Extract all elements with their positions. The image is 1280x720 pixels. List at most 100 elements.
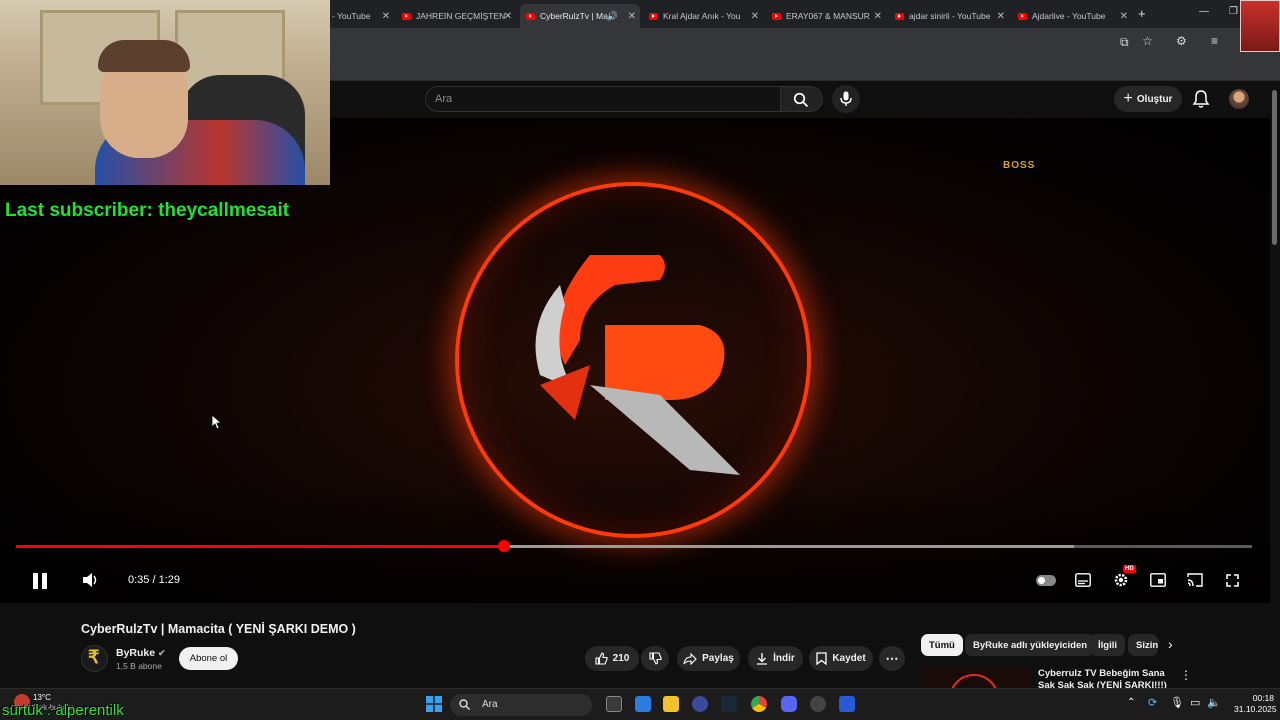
microphone-icon[interactable]: 🎙 <box>1170 696 1184 709</box>
chip-from-uploader[interactable]: ByRuke adlı yükleyiciden <box>965 634 1096 656</box>
settings-button[interactable]: HD <box>1113 565 1136 588</box>
channel-avatar[interactable]: ₹ <box>81 645 108 672</box>
network-icon[interactable]: ▭ <box>1190 696 1200 709</box>
overlay-thumbnail <box>1240 0 1280 52</box>
plus-icon: + <box>1123 90 1133 107</box>
share-icon <box>683 652 697 665</box>
tab-label: Ajdarlive - YouTube <box>1032 11 1106 21</box>
fullscreen-icon[interactable] <box>1226 574 1239 587</box>
download-label: İndir <box>773 653 795 664</box>
tab-label: ajdar sinirli - YouTube <box>909 11 991 21</box>
close-icon[interactable]: ✕ <box>504 11 512 22</box>
cast-icon[interactable] <box>1187 573 1203 587</box>
task-view-icon[interactable] <box>606 696 622 712</box>
tab-label: ERAY067 & MANSUR <box>786 11 870 21</box>
youtube-favicon-icon <box>526 12 535 20</box>
youtube-favicon-icon <box>772 12 781 20</box>
search-input[interactable]: Ara <box>425 86 781 112</box>
youtube-favicon-icon <box>895 12 904 20</box>
channel-name[interactable]: ByRuke ✔ <box>116 647 166 659</box>
like-count: 210 <box>612 653 630 664</box>
webcam-overlay <box>0 0 330 185</box>
taskbar-clock[interactable]: 00:18 31.10.2025 <box>1234 693 1277 715</box>
youtube-favicon-icon <box>1018 12 1027 20</box>
chip-related[interactable]: İlgili <box>1090 634 1125 656</box>
more-vert-icon[interactable]: ⋮ <box>1180 668 1192 682</box>
browser-tab[interactable]: - YouTube ✕ <box>326 4 394 28</box>
restore-icon[interactable]: ❐ <box>1229 6 1238 17</box>
browser-tab-active[interactable]: CyberRulzTv | Ma 🔊 ✕ <box>520 4 640 28</box>
boss-badge: BOSS <box>1003 160 1036 171</box>
autoplay-toggle[interactable] <box>1036 575 1056 586</box>
share-label: Paylaş <box>702 653 734 664</box>
chrome-icon[interactable] <box>751 696 767 712</box>
search-icon <box>793 92 809 108</box>
account-avatar[interactable] <box>1229 89 1249 109</box>
discord-icon[interactable] <box>781 696 797 712</box>
subscribe-button[interactable]: Abone ol <box>179 647 238 670</box>
close-icon[interactable]: ✕ <box>382 11 390 22</box>
miniplayer-icon[interactable] <box>1150 573 1166 587</box>
windows-logo-icon <box>426 696 442 712</box>
new-tab-button[interactable]: + <box>1138 6 1146 21</box>
voice-search-button[interactable] <box>832 85 860 113</box>
close-icon[interactable]: ✕ <box>628 11 636 22</box>
thumbs-down-icon <box>648 652 662 665</box>
sync-icon[interactable]: ⟳ <box>1148 696 1157 709</box>
speaker-icon[interactable]: 🔊 <box>607 11 618 22</box>
create-button[interactable]: + Oluştur <box>1114 86 1182 112</box>
taskbar-search[interactable]: Ara <box>450 694 592 716</box>
thumbs-up-icon <box>595 652 608 665</box>
save-button[interactable]: Kaydet <box>809 646 873 671</box>
hd-badge: HD <box>1123 565 1136 573</box>
browser-tab[interactable]: ERAY067 & MANSUR ✕ <box>766 4 886 28</box>
speaker-icon[interactable]: 🔈 <box>1207 696 1221 709</box>
media-controls-icon[interactable]: ≡ <box>1211 34 1218 48</box>
chat-overlay-text: sürtük : alperentilk <box>2 702 124 719</box>
app-icon[interactable] <box>810 696 826 712</box>
clock-time: 00:18 <box>1252 693 1274 703</box>
share-button[interactable]: Paylaş <box>677 646 740 671</box>
close-icon[interactable]: ✕ <box>751 11 759 22</box>
browser-tab[interactable]: Kral Ajdar Anık - You ✕ <box>643 4 763 28</box>
more-actions-button[interactable]: ⋯ <box>879 646 905 671</box>
last-subscriber-text: Last subscriber: theycallmesait <box>5 200 290 221</box>
person-hair <box>98 40 190 72</box>
steam-icon[interactable] <box>721 696 737 712</box>
close-icon[interactable]: ✕ <box>1120 11 1128 22</box>
volume-icon[interactable] <box>82 572 100 588</box>
tab-label: - YouTube <box>332 11 371 21</box>
tab-label: Kral Ajdar Anık - You <box>663 11 741 21</box>
browser-tab[interactable]: Ajdarlive - YouTube ✕ <box>1012 4 1132 28</box>
search-button[interactable] <box>781 86 823 112</box>
install-app-icon[interactable]: ⧉ <box>1120 35 1129 50</box>
calculator-icon[interactable] <box>635 696 651 712</box>
scrollbar-thumb[interactable] <box>1272 90 1277 245</box>
search-icon <box>459 699 470 710</box>
browser-tab[interactable]: JAHREİN GEÇMİŞTEN ✕ <box>396 4 516 28</box>
bookmark-star-icon[interactable]: ☆ <box>1142 34 1153 48</box>
browser-tab[interactable]: ajdar sinirli - YouTube ✕ <box>889 4 1009 28</box>
download-button[interactable]: İndir <box>748 646 803 671</box>
pause-button[interactable] <box>32 572 48 590</box>
progress-scrubber[interactable] <box>498 540 510 552</box>
chip-all[interactable]: Tümü <box>921 634 963 656</box>
chevron-up-icon[interactable]: ⌃ <box>1127 697 1135 708</box>
app-icon[interactable] <box>839 696 855 712</box>
minimize-icon[interactable]: — <box>1199 6 1209 17</box>
chip-for-you[interactable]: Sizin <box>1128 634 1158 656</box>
subtitles-icon[interactable] <box>1075 573 1091 587</box>
video-title: CyberRulzTv | Mamacita ( YENİ ŞARKI DEMO… <box>81 622 356 636</box>
close-icon[interactable]: ✕ <box>997 11 1005 22</box>
notifications-bell-icon[interactable] <box>1190 88 1212 110</box>
extensions-icon[interactable]: ⚙ <box>1176 34 1187 48</box>
like-button[interactable]: 210 <box>585 646 639 671</box>
subscriber-count: 1,5 B abone <box>116 661 162 671</box>
chevron-right-icon[interactable]: › <box>1168 636 1173 652</box>
dislike-button[interactable] <box>641 646 669 671</box>
start-button[interactable] <box>426 696 442 712</box>
app-icon[interactable] <box>692 696 708 712</box>
close-icon[interactable]: ✕ <box>874 11 882 22</box>
file-explorer-icon[interactable] <box>663 696 679 712</box>
tab-label: JAHREİN GEÇMİŞTEN <box>416 11 506 21</box>
